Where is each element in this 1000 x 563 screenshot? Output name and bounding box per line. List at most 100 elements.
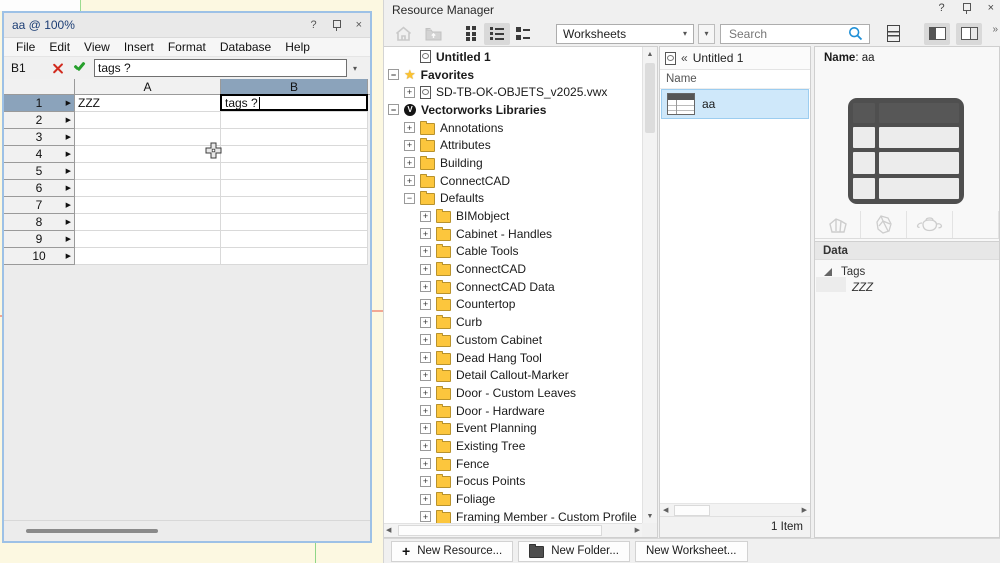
scroll-left-icon[interactable]: ◀ xyxy=(663,506,668,514)
collapse-icon[interactable]: − xyxy=(404,193,415,204)
worksheet-hscrollbar-thumb[interactable] xyxy=(26,529,158,533)
close-icon[interactable]: × xyxy=(356,20,362,31)
tree-item-12[interactable]: +ConnectCAD xyxy=(384,260,642,278)
cell-A10[interactable] xyxy=(75,248,221,265)
scroll-left-icon[interactable]: ◀ xyxy=(386,526,391,534)
expand-icon[interactable]: + xyxy=(420,458,431,469)
menu-format[interactable]: Format xyxy=(161,40,213,54)
left-pane-toggle-button[interactable] xyxy=(924,23,950,45)
row-header-7[interactable]: 7▶ xyxy=(4,197,75,214)
row-arrow-icon[interactable]: ▶ xyxy=(66,235,71,243)
tree-item-2[interactable]: +SD-TB-OK-OBJETS_v2025.vwx xyxy=(384,83,642,101)
expand-icon[interactable]: + xyxy=(404,175,415,186)
row-arrow-icon[interactable]: ▶ xyxy=(66,150,71,158)
new-folder-button[interactable]: New Folder... xyxy=(518,541,630,562)
tree-item-0[interactable]: Untitled 1 xyxy=(384,48,642,66)
scroll-right-icon[interactable]: ▶ xyxy=(635,526,640,534)
collapse-icon[interactable]: − xyxy=(388,69,399,80)
tree-item-3[interactable]: −VVectorworks Libraries xyxy=(384,101,642,119)
confirm-entry-icon[interactable] xyxy=(73,62,86,72)
cell-A7[interactable] xyxy=(75,197,221,214)
expand-icon[interactable]: + xyxy=(420,352,431,363)
render-preview-button[interactable] xyxy=(907,211,953,238)
scroll-down-icon[interactable]: ▼ xyxy=(643,509,657,523)
row-arrow-icon[interactable]: ▶ xyxy=(66,167,71,175)
tree-item-19[interactable]: +Door - Custom Leaves xyxy=(384,384,642,402)
formula-input[interactable]: tags ? xyxy=(94,59,347,77)
cell-B8[interactable] xyxy=(221,214,368,231)
tree-item-5[interactable]: +Attributes xyxy=(384,136,642,154)
browser-hscrollbar-thumb[interactable] xyxy=(674,505,710,516)
cell-A3[interactable] xyxy=(75,129,221,146)
tree-item-6[interactable]: +Building xyxy=(384,154,642,172)
list-view-button[interactable] xyxy=(484,23,510,45)
pin-icon[interactable] xyxy=(962,3,971,14)
close-icon[interactable]: × xyxy=(988,3,994,14)
formula-dropdown-icon[interactable]: ▾ xyxy=(347,64,363,73)
expand-icon[interactable]: + xyxy=(404,87,415,98)
tree-hscrollbar[interactable]: ◀ ▶ xyxy=(384,523,642,537)
search-box[interactable] xyxy=(720,24,870,44)
tree-item-18[interactable]: +Detail Callout-Marker xyxy=(384,366,642,384)
new-worksheet-button[interactable]: New Worksheet... xyxy=(635,541,748,562)
tags-group-row[interactable]: Tags xyxy=(815,263,999,280)
menu-insert[interactable]: Insert xyxy=(117,40,161,54)
cell-B5[interactable] xyxy=(221,163,368,180)
help-icon[interactable]: ? xyxy=(938,3,944,14)
column-header-B[interactable]: B xyxy=(221,79,368,95)
scroll-up-icon[interactable]: ▲ xyxy=(643,47,657,61)
expand-icon[interactable]: + xyxy=(420,264,431,275)
up-folder-button[interactable] xyxy=(420,23,446,45)
tree-item-22[interactable]: +Existing Tree xyxy=(384,437,642,455)
thumbnail-view-button[interactable] xyxy=(458,23,484,45)
cell-A1[interactable]: ZZZ xyxy=(75,95,221,112)
cell-A8[interactable] xyxy=(75,214,221,231)
right-pane-toggle-button[interactable] xyxy=(956,23,982,45)
expand-icon[interactable]: + xyxy=(420,228,431,239)
row-header-9[interactable]: 9▶ xyxy=(4,231,75,248)
expand-icon[interactable]: + xyxy=(420,299,431,310)
house-preview-button[interactable] xyxy=(815,211,861,238)
tree-item-23[interactable]: +Fence xyxy=(384,455,642,473)
worksheet-preview-button[interactable] xyxy=(880,23,906,45)
tree-item-20[interactable]: +Door - Hardware xyxy=(384,402,642,420)
detail-view-button[interactable] xyxy=(510,23,536,45)
tree-item-17[interactable]: +Dead Hang Tool xyxy=(384,349,642,367)
expand-icon[interactable]: + xyxy=(420,334,431,345)
cell-editor[interactable]: tags ? xyxy=(220,94,368,111)
row-arrow-icon[interactable]: ▶ xyxy=(66,218,71,226)
cell-B2[interactable] xyxy=(221,112,368,129)
tree-item-13[interactable]: +ConnectCAD Data xyxy=(384,278,642,296)
collapse-icon[interactable]: − xyxy=(388,104,399,115)
grid-corner[interactable] xyxy=(4,79,75,95)
cell-B1[interactable]: tags ? xyxy=(221,95,368,112)
tree-item-11[interactable]: +Cable Tools xyxy=(384,243,642,261)
row-arrow-icon[interactable]: ▶ xyxy=(66,252,71,260)
tree-vscrollbar-thumb[interactable] xyxy=(645,63,655,133)
search-input[interactable] xyxy=(727,26,848,42)
name-column-header[interactable]: Name xyxy=(660,70,810,89)
browser-hscrollbar[interactable]: ◀ ▶ xyxy=(660,503,810,517)
row-arrow-icon[interactable]: ▶ xyxy=(66,184,71,192)
tree-item-26[interactable]: +Framing Member - Custom Profile xyxy=(384,508,642,523)
cancel-entry-icon[interactable] xyxy=(51,62,64,75)
row-header-6[interactable]: 6▶ xyxy=(4,180,75,197)
expand-icon[interactable]: + xyxy=(404,140,415,151)
tree-vscrollbar[interactable]: ▲ ▼ xyxy=(642,47,657,523)
expand-icon[interactable]: + xyxy=(420,405,431,416)
menu-edit[interactable]: Edit xyxy=(42,40,77,54)
home-button[interactable] xyxy=(390,23,416,45)
tree-item-1[interactable]: −★Favorites xyxy=(384,66,642,84)
tree-item-16[interactable]: +Custom Cabinet xyxy=(384,331,642,349)
row-header-2[interactable]: 2▶ xyxy=(4,112,75,129)
row-header-4[interactable]: 4▶ xyxy=(4,146,75,163)
expand-icon[interactable]: + xyxy=(420,246,431,257)
cell-A4[interactable] xyxy=(75,146,221,163)
tree-item-8[interactable]: −Defaults xyxy=(384,190,642,208)
scroll-right-icon[interactable]: ▶ xyxy=(802,506,807,514)
expand-icon[interactable]: + xyxy=(420,423,431,434)
worksheet-hscrollbar[interactable] xyxy=(4,520,370,541)
cell-A2[interactable] xyxy=(75,112,221,129)
expand-icon[interactable]: + xyxy=(404,157,415,168)
tree-hscrollbar-thumb[interactable] xyxy=(398,525,602,536)
